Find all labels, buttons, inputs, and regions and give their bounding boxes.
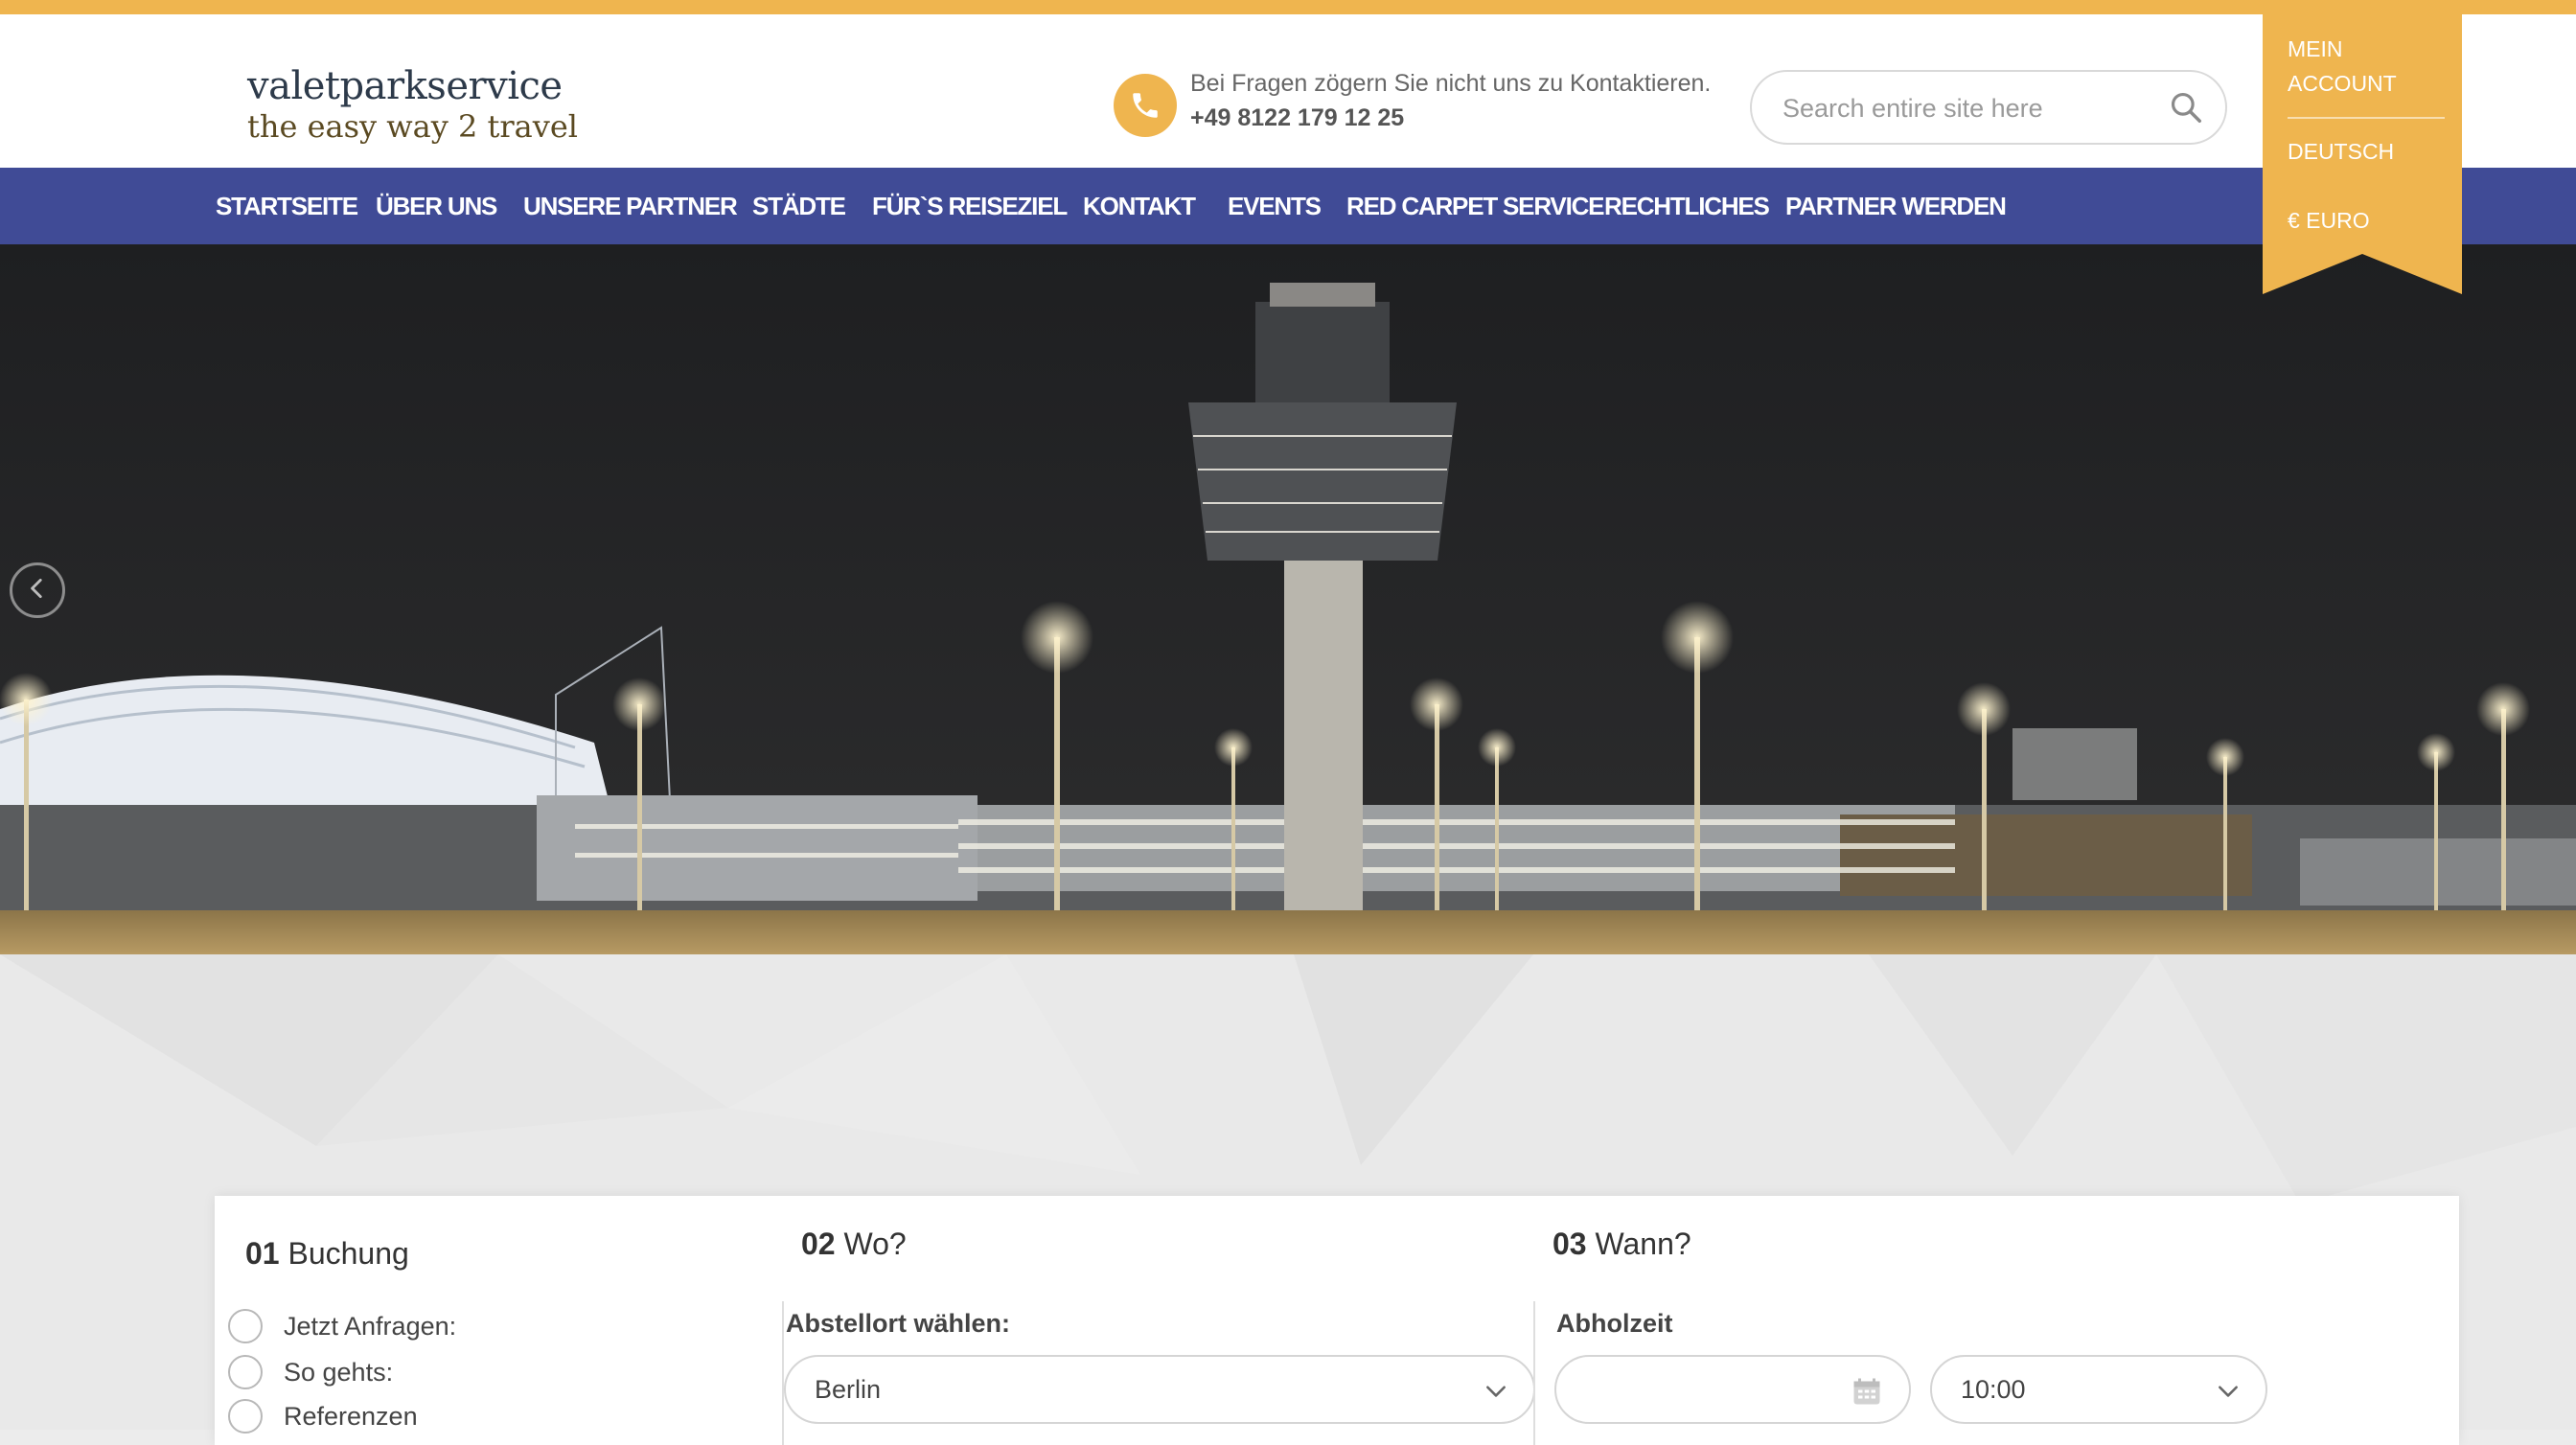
radio-label: Referenzen (284, 1401, 418, 1431)
hero-airport-image (0, 244, 2576, 954)
search-icon[interactable] (2168, 89, 2204, 130)
ribbon-divider (2288, 117, 2445, 119)
radio-button[interactable] (228, 1399, 263, 1434)
radio-button[interactable] (228, 1309, 263, 1343)
section-number: 02 (801, 1227, 836, 1261)
slider-prev-button[interactable] (10, 562, 65, 618)
logo-tagline: the easy way 2 travel (247, 108, 578, 145)
search-input[interactable] (1781, 85, 2149, 131)
account-ribbon: MEIN ACCOUNT DEUTSCH € EURO (2263, 14, 2462, 294)
column-divider (1533, 1301, 1535, 1445)
chevron-down-icon (2216, 1378, 2241, 1408)
nav-item-rechtliches[interactable]: RECHTLICHES (1604, 168, 1770, 244)
section-wann-title: 03 Wann? (1552, 1227, 1691, 1262)
nav-item-ueber-uns[interactable]: ÜBER UNS (376, 168, 497, 244)
pickup-time-select[interactable]: 10:00 (1930, 1355, 2267, 1424)
section-label: Wo? (843, 1227, 907, 1261)
nav-item-staedte[interactable]: STÄDTE (752, 168, 846, 244)
site-search (1750, 70, 2227, 145)
nav-item-unsere-partner[interactable]: UNSERE PARTNER (523, 168, 738, 244)
site-header: valetparkservice the easy way 2 travel B… (0, 14, 2576, 168)
booking-form: 01 Buchung Jetzt Anfragen: So gehts: Ref… (215, 1196, 2459, 1445)
account-link-line2[interactable]: ACCOUNT (2288, 66, 2397, 101)
nav-item-partner-werden[interactable]: PARTNER WERDEN (1785, 168, 2007, 244)
section-label: Wann? (1595, 1227, 1691, 1261)
radio-referenzen[interactable]: Referenzen (228, 1397, 418, 1435)
radio-jetzt-anfragen[interactable]: Jetzt Anfragen: (228, 1307, 456, 1345)
contact-phone-number[interactable]: +49 8122 179 12 25 (1190, 104, 1404, 132)
phone-icon (1114, 74, 1177, 137)
hero-slider (0, 244, 2576, 954)
chevron-down-icon (1484, 1378, 1508, 1408)
pickup-time-value: 10:00 (1961, 1375, 2026, 1404)
account-link-line1[interactable]: MEIN (2288, 32, 2343, 66)
section-wo-title: 02 Wo? (801, 1227, 907, 1262)
location-select[interactable]: Berlin (784, 1355, 1535, 1424)
section-label: Buchung (288, 1236, 409, 1271)
site-logo[interactable]: valetparkservice the easy way 2 travel (228, 51, 578, 150)
language-selector[interactable]: DEUTSCH (2288, 134, 2394, 169)
currency-selector[interactable]: € EURO (2288, 203, 2370, 238)
main-navigation: STARTSEITE ÜBER UNS UNSERE PARTNER STÄDT… (0, 168, 2576, 244)
pickup-date-field[interactable] (1554, 1355, 1911, 1424)
column-divider (782, 1301, 784, 1445)
top-accent-bar (0, 0, 2576, 14)
radio-label: Jetzt Anfragen: (284, 1311, 457, 1341)
section-buchung-title: 01 Buchung (245, 1236, 409, 1272)
calendar-icon[interactable] (1850, 1374, 1884, 1413)
radio-button[interactable] (228, 1355, 263, 1389)
section-number: 03 (1552, 1227, 1587, 1261)
radio-so-gehts[interactable]: So gehts: (228, 1353, 393, 1391)
contact-text: Bei Fragen zögern Sie nicht uns zu Konta… (1190, 70, 1712, 97)
chevron-left-icon (25, 576, 50, 606)
nav-item-kontakt[interactable]: KONTAKT (1083, 168, 1196, 244)
nav-item-red-carpet-service[interactable]: RED CARPET SERVICE (1346, 168, 1605, 244)
nav-item-events[interactable]: EVENTS (1228, 168, 1322, 244)
location-label: Abstellort wählen: (786, 1309, 1011, 1338)
location-select-value: Berlin (815, 1375, 882, 1404)
nav-item-fuers-reiseziel[interactable]: FÜR`S REISEZIEL (872, 168, 1068, 244)
logo-name: valetparkservice (247, 64, 563, 108)
radio-label: So gehts: (284, 1357, 394, 1387)
nav-item-startseite[interactable]: STARTSEITE (216, 168, 358, 244)
pickup-time-label: Abholzeit (1556, 1309, 1673, 1338)
section-number: 01 (245, 1236, 280, 1271)
